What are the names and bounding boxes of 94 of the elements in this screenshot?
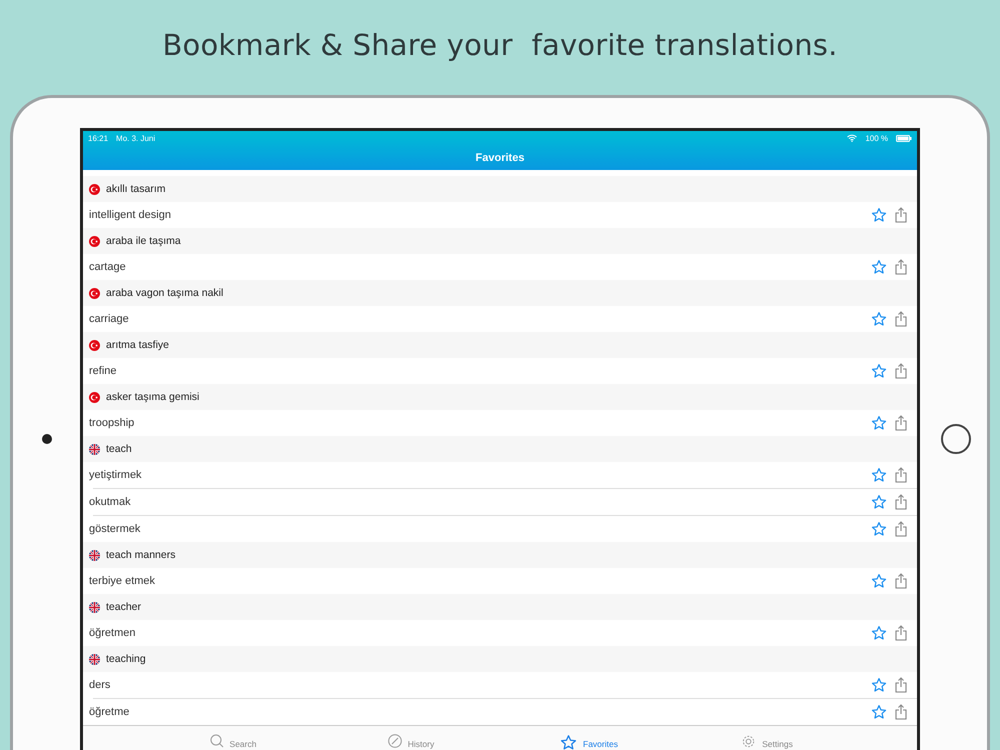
favorite-button[interactable] <box>871 677 887 693</box>
translation-text: cartage <box>89 261 127 273</box>
favorite-button[interactable] <box>871 363 887 379</box>
share-button[interactable] <box>895 363 907 379</box>
settings-icon <box>741 734 756 749</box>
favorite-button[interactable] <box>871 704 887 720</box>
share-button[interactable] <box>895 259 907 275</box>
star-icon <box>871 625 887 641</box>
favorite-button[interactable] <box>871 521 887 537</box>
share-icon <box>895 494 907 510</box>
share-icon <box>895 677 907 693</box>
nav-title: Favorites <box>474 150 526 166</box>
tab[interactable]: History <box>322 732 500 750</box>
translation-text: öğretme <box>89 706 130 718</box>
status-time: 16:21 <box>88 134 108 142</box>
source-term: arıtma tasfiye <box>106 339 170 351</box>
british-flag-icon <box>89 654 100 664</box>
turkish-flag-icon <box>89 392 100 402</box>
translation-text: ders <box>89 679 112 691</box>
translation-text: yetiştirmek <box>89 469 143 481</box>
star-icon <box>871 311 887 327</box>
share-button[interactable] <box>895 467 907 483</box>
share-button[interactable] <box>895 521 907 537</box>
star-icon <box>871 704 887 720</box>
share-button[interactable] <box>895 311 907 327</box>
headline: Bookmark & Share your favorite translations. <box>161 26 839 64</box>
share-icon <box>895 415 907 431</box>
share-icon <box>895 467 907 483</box>
british-flag-icon <box>89 444 100 454</box>
battery-icon <box>896 134 912 142</box>
share-icon <box>895 573 907 589</box>
star-icon <box>871 207 887 223</box>
tab[interactable]: Search <box>144 732 322 750</box>
share-icon <box>895 311 907 327</box>
translation-text: intelligent design <box>89 209 172 221</box>
share-button[interactable] <box>895 704 907 720</box>
star-icon <box>560 734 578 750</box>
translation-text: carriage <box>89 313 130 325</box>
translation-text: troopship <box>89 417 136 429</box>
share-icon <box>895 625 907 641</box>
share-icon <box>895 704 907 720</box>
tab[interactable]: Favorites <box>500 732 678 750</box>
star-icon <box>871 363 887 379</box>
star-icon <box>871 573 887 589</box>
share-button[interactable] <box>895 677 907 693</box>
favorite-button[interactable] <box>871 415 887 431</box>
star-icon <box>871 415 887 431</box>
favorite-button[interactable] <box>871 311 887 327</box>
battery-percent: 100 % <box>865 134 888 142</box>
share-button[interactable] <box>895 625 907 641</box>
share-button[interactable] <box>895 415 907 431</box>
source-term: araba vagon taşıma nakil <box>106 287 224 299</box>
turkish-flag-icon <box>89 288 100 298</box>
source-term: teaching <box>106 653 146 665</box>
share-icon <box>895 259 907 275</box>
star-icon <box>871 467 887 483</box>
favorite-button[interactable] <box>871 207 887 223</box>
status-date: Mo. 3. Juni <box>116 134 156 142</box>
share-button[interactable] <box>895 207 907 223</box>
translation-text: terbiye etmek <box>89 575 156 587</box>
favorite-button[interactable] <box>871 573 887 589</box>
favorite-button[interactable] <box>871 259 887 275</box>
share-icon <box>895 207 907 223</box>
star-icon <box>871 259 887 275</box>
wifi-icon <box>847 134 858 142</box>
camera-dot <box>42 434 52 444</box>
star-icon <box>871 494 887 510</box>
translation-text: göstermek <box>89 523 142 535</box>
british-flag-icon <box>89 550 100 560</box>
translation-text: refine <box>89 365 118 377</box>
turkish-flag-icon <box>89 184 100 194</box>
share-button[interactable] <box>895 573 907 589</box>
source-term: teach manners <box>106 549 176 561</box>
translation-text: okutmak <box>89 496 132 508</box>
tab[interactable]: Settings <box>678 732 856 750</box>
british-flag-icon <box>89 602 100 612</box>
turkish-flag-icon <box>89 340 100 350</box>
share-button[interactable] <box>895 494 907 510</box>
source-term: asker taşıma gemisi <box>106 391 200 403</box>
favorite-button[interactable] <box>871 625 887 641</box>
source-term: teacher <box>106 601 142 613</box>
favorite-button[interactable] <box>871 494 887 510</box>
compass-icon <box>388 734 402 748</box>
search-icon <box>210 734 224 748</box>
translation-text: öğretmen <box>89 627 136 639</box>
turkish-flag-icon <box>89 236 100 246</box>
share-icon <box>895 521 907 537</box>
share-icon <box>895 363 907 379</box>
star-icon <box>871 677 887 693</box>
source-term: akıllı tasarım <box>106 183 166 195</box>
star-icon <box>871 521 887 537</box>
favorite-button[interactable] <box>871 467 887 483</box>
source-term: teach <box>106 443 132 455</box>
source-term: araba ile taşıma <box>106 235 181 247</box>
